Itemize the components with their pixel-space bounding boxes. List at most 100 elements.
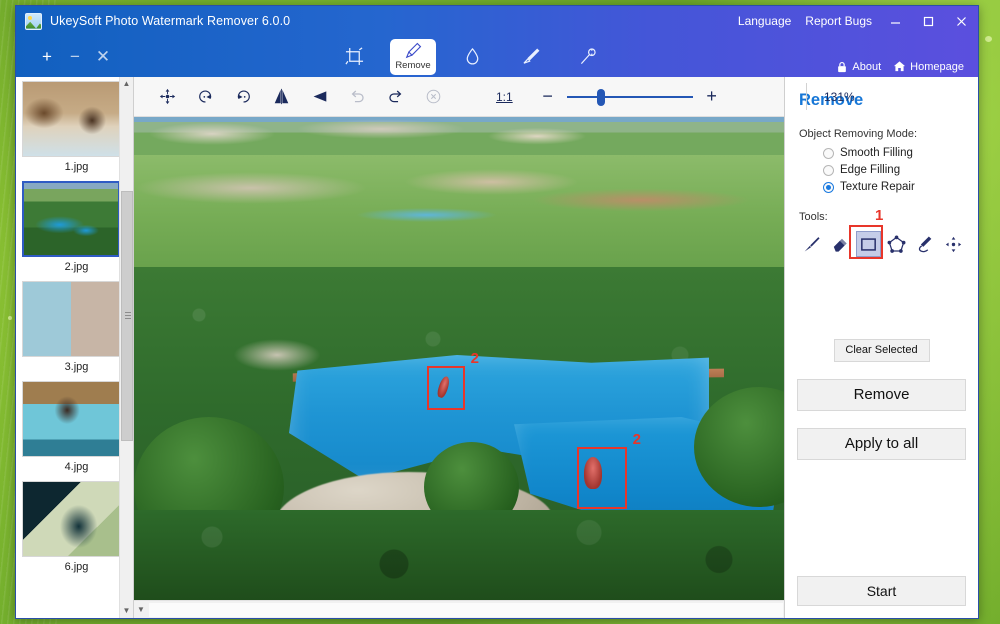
list-item[interactable]: 3.jpg (22, 281, 131, 379)
thumbnail-caption: 2.jpg (64, 261, 89, 273)
scroll-up-arrow-icon[interactable]: ▲ (123, 77, 131, 91)
tab-crop[interactable] (332, 40, 376, 73)
apply-to-all-button[interactable]: Apply to all (797, 428, 966, 460)
zoom-slider[interactable] (566, 88, 693, 106)
remove-panel: Remove Object Removing Mode: Smooth Fill… (784, 77, 978, 618)
file-buttons-group: + − ✕ (16, 44, 116, 70)
undo-button[interactable] (338, 82, 376, 112)
mode-tabs: Remove (332, 36, 610, 77)
close-button[interactable] (945, 6, 978, 36)
remove-button[interactable]: Remove (797, 379, 966, 411)
object-removing-mode-label: Object Removing Mode: (799, 128, 917, 140)
polygon-icon (887, 235, 906, 253)
about-link[interactable]: About (836, 61, 881, 73)
app-window: UkeySoft Photo Watermark Remover 6.0.0 L… (15, 5, 979, 619)
radio-dot (823, 164, 834, 176)
list-item[interactable]: 6.jpg (22, 481, 131, 579)
radio-label: Texture Repair (840, 181, 915, 193)
language-menu[interactable]: Language (731, 6, 798, 36)
rotate-left-button[interactable] (186, 82, 224, 112)
photo-canvas[interactable]: 2 2 (134, 117, 784, 600)
brush-tool-button[interactable] (799, 231, 824, 257)
thumbnail-image[interactable] (22, 281, 120, 357)
thumbnail-scrollbar[interactable]: ▲ ▼ (119, 77, 133, 618)
thumbnail-caption: 6.jpg (64, 561, 89, 573)
eraser-tool-button[interactable] (827, 231, 852, 257)
remove-file-button[interactable]: − (62, 44, 88, 70)
add-files-button[interactable]: + (34, 44, 60, 70)
list-item[interactable]: 2.jpg (22, 181, 131, 279)
rectangle-select-tool-button[interactable] (855, 231, 882, 257)
move-tool-button[interactable] (941, 231, 966, 257)
radio-texture-repair[interactable]: Texture Repair (823, 181, 966, 193)
selection-label: 2 (470, 350, 479, 367)
canvas-area[interactable]: 2 2 ▼ (134, 117, 784, 618)
minimize-button[interactable] (879, 6, 912, 36)
start-button[interactable]: Start (797, 576, 966, 606)
rotate-cw-icon (237, 90, 250, 103)
close-icon (957, 16, 966, 26)
canvas-column: 1:1 − + 131% 2 2 ▼ (134, 77, 855, 618)
photo-foreground-foliage (134, 510, 784, 600)
flip-horizontal-button[interactable] (262, 82, 300, 112)
tool-step-badge: 1 (875, 207, 884, 224)
redo-button[interactable] (376, 82, 414, 112)
zoom-controls: 1:1 − + (496, 86, 725, 107)
move-arrows-icon (945, 236, 961, 252)
clear-files-button[interactable]: ✕ (90, 44, 116, 70)
photo-app-logo-icon (25, 12, 42, 30)
paint-brush-icon (804, 236, 820, 252)
canvas-horizontal-scrollbar[interactable]: ▼ (134, 600, 784, 618)
thumbnail-image[interactable] (22, 81, 120, 157)
selection-label: 2 (632, 431, 641, 448)
scroll-down-arrow-icon[interactable]: ▼ (123, 604, 131, 618)
horizontal-scroll-thumb[interactable] (149, 602, 783, 617)
flip-vertical-button[interactable] (300, 82, 338, 112)
tab-watermark[interactable] (450, 40, 494, 73)
toolbar-right-links: About Homepage (836, 60, 964, 73)
thumbnail-image[interactable] (22, 481, 120, 557)
lasso-tool-button[interactable] (912, 231, 937, 257)
radio-edge-filling[interactable]: Edge Filling (823, 164, 966, 176)
window-title: UkeySoft Photo Watermark Remover 6.0.0 (50, 14, 291, 28)
rotate-right-button[interactable] (224, 82, 262, 112)
radio-smooth-filling[interactable]: Smooth Filling (823, 147, 966, 159)
flip-horizontal-icon (274, 88, 288, 105)
maximize-button[interactable] (912, 6, 945, 36)
tab-remove[interactable]: Remove (390, 38, 436, 75)
maximize-icon (923, 16, 934, 26)
selection-box[interactable]: 2 (427, 350, 479, 410)
radio-dot (823, 181, 834, 193)
thumbnail-list: 1.jpg 2.jpg 3.jpg 4.jpg 6.jpg (16, 77, 133, 618)
toolbar-divider (806, 83, 807, 110)
fit-one-to-one-button[interactable]: 1:1 (496, 90, 513, 104)
title-bar: UkeySoft Photo Watermark Remover 6.0.0 L… (16, 6, 978, 36)
tab-magic[interactable] (566, 40, 610, 73)
polygon-select-tool-button[interactable] (884, 231, 909, 257)
scrollbar-track[interactable] (120, 91, 133, 604)
home-icon (894, 61, 906, 72)
zoom-in-button[interactable]: + (699, 86, 725, 107)
list-item[interactable]: 1.jpg (22, 81, 131, 179)
scrollbar-thumb[interactable] (121, 191, 133, 441)
zoom-out-button[interactable]: − (535, 86, 561, 107)
tab-retouch[interactable] (508, 40, 552, 73)
clear-selected-button[interactable]: Clear Selected (833, 339, 930, 362)
zoom-percent-label: 131% (824, 89, 855, 104)
thumbnail-caption: 3.jpg (64, 361, 89, 373)
scroll-down-arrow-icon[interactable]: ▼ (134, 605, 148, 614)
tools-row: 1 (799, 207, 966, 261)
reset-button[interactable] (414, 82, 452, 112)
report-bugs-link[interactable]: Report Bugs (798, 6, 879, 36)
pan-tool-button[interactable] (148, 82, 186, 112)
homepage-link[interactable]: Homepage (893, 60, 964, 73)
reset-circle-x-icon (426, 89, 440, 104)
magic-wand-icon (580, 48, 596, 65)
selection-box[interactable]: 2 (577, 431, 641, 509)
thumbnail-image[interactable] (22, 181, 120, 257)
radio-label: Smooth Filling (840, 147, 913, 159)
thumbnail-image[interactable] (22, 381, 120, 457)
list-item[interactable]: 4.jpg (22, 381, 131, 479)
zoom-slider-knob[interactable] (596, 88, 605, 106)
thumbnail-caption: 4.jpg (64, 461, 89, 473)
